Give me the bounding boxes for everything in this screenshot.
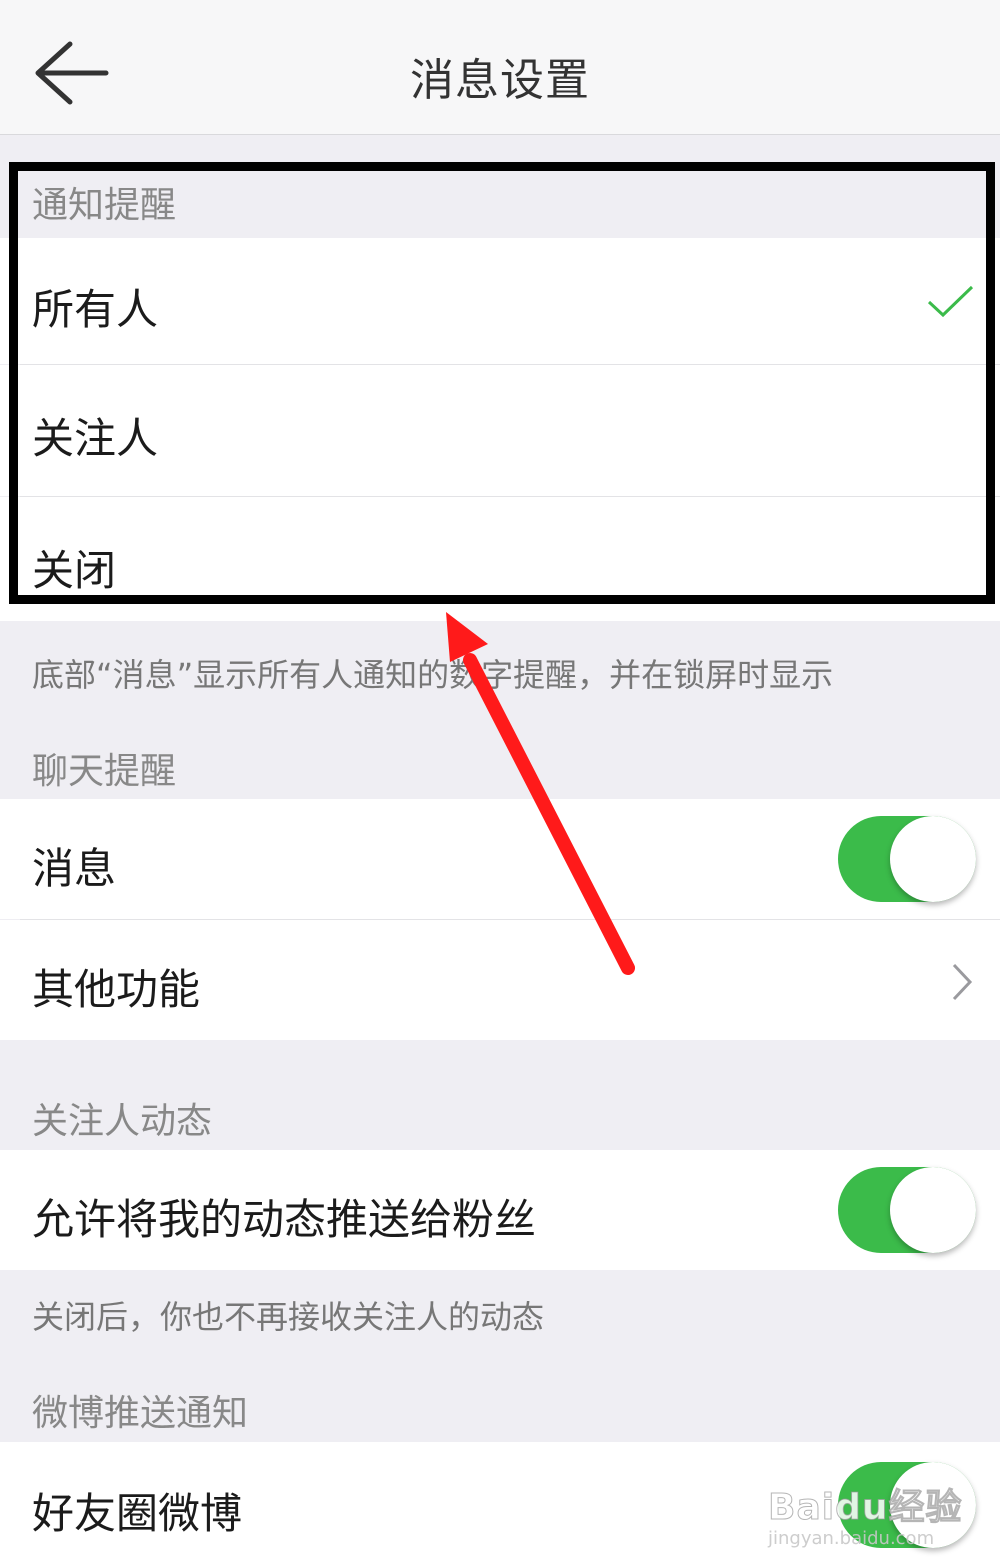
- friends-weibo-row: 好友圈微博: [0, 1442, 1000, 1567]
- option-everyone[interactable]: 所有人: [0, 238, 1000, 364]
- follow-note: 关闭后，你也不再接收关注人的动态: [32, 1298, 545, 1336]
- toggle-knob: [890, 816, 976, 902]
- push-to-fans-row: 允许将我的动态推送给粉丝: [0, 1150, 1000, 1270]
- push-to-fans-toggle[interactable]: [838, 1167, 976, 1253]
- option-following-label: 关注人: [32, 414, 159, 463]
- navigation-bar: 消息设置: [0, 0, 1000, 135]
- page-title: 消息设置: [410, 55, 590, 106]
- other-functions-row[interactable]: 其他功能: [0, 920, 1000, 1040]
- section-heading-follow: 关注人动态: [32, 1101, 213, 1142]
- section-heading-notify: 通知提醒: [32, 185, 177, 226]
- toggle-knob: [890, 1167, 976, 1253]
- option-off[interactable]: 关闭: [0, 497, 1000, 621]
- message-label: 消息: [32, 844, 117, 893]
- friends-weibo-toggle[interactable]: [838, 1462, 976, 1548]
- chevron-right-icon: [952, 963, 973, 1001]
- section-heading-weibo: 微博推送通知: [32, 1393, 249, 1434]
- option-off-label: 关闭: [32, 546, 117, 595]
- option-everyone-label: 所有人: [32, 285, 159, 334]
- section-heading-chat: 聊天提醒: [32, 751, 177, 792]
- other-functions-label: 其他功能: [32, 965, 201, 1014]
- toggle-knob: [890, 1462, 976, 1548]
- checkmark-icon: [927, 285, 974, 318]
- notify-note: 底部“消息”显示所有人通知的数字提醒，并在锁屏时显示: [32, 656, 834, 694]
- option-following[interactable]: 关注人: [0, 365, 1000, 496]
- message-row: 消息: [0, 799, 1000, 919]
- friends-weibo-label: 好友圈微博: [32, 1489, 243, 1538]
- message-toggle[interactable]: [838, 816, 976, 902]
- push-to-fans-label: 允许将我的动态推送给粉丝: [32, 1195, 537, 1244]
